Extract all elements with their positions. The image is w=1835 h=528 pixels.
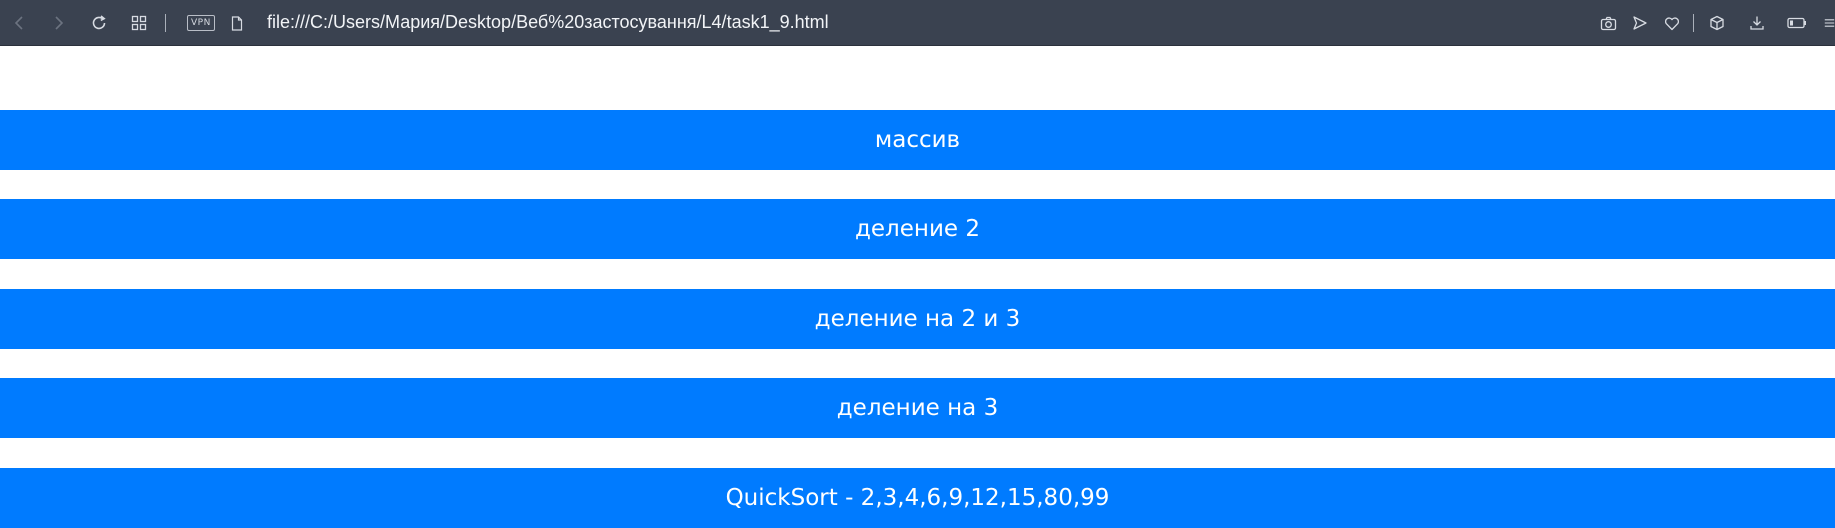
- chevron-right-icon[interactable]: [46, 0, 70, 46]
- file-icon: [228, 0, 246, 46]
- download-icon[interactable]: [1746, 0, 1768, 46]
- send-icon[interactable]: [1629, 0, 1651, 46]
- menu-icon[interactable]: [1824, 0, 1835, 46]
- address-bar[interactable]: file:///C:/Users/Мария/Desktop/Веб%20зас…: [267, 0, 829, 46]
- array-button[interactable]: массив: [0, 110, 1835, 170]
- divide-by-3-button[interactable]: деление на 3: [0, 378, 1835, 438]
- camera-icon[interactable]: [1597, 0, 1619, 46]
- browser-toolbar: VPN file:///C:/Users/Мария/Desktop/Веб%2…: [0, 0, 1835, 46]
- grid-icon[interactable]: [126, 0, 152, 46]
- heart-icon[interactable]: [1661, 0, 1683, 46]
- reload-icon[interactable]: [86, 0, 112, 46]
- divide-by-2-and-3-button[interactable]: деление на 2 и 3: [0, 289, 1835, 349]
- cube-icon[interactable]: [1706, 0, 1728, 46]
- quicksort-button[interactable]: QuickSort - 2,3,4,6,9,12,15,80,99: [0, 468, 1835, 528]
- page-content: массив деление 2 деление на 2 и 3 делени…: [0, 46, 1835, 528]
- toolbar-divider-right: [1693, 14, 1694, 32]
- chevron-left-icon[interactable]: [8, 0, 32, 46]
- divide-by-2-button[interactable]: деление 2: [0, 199, 1835, 259]
- toolbar-divider: [165, 14, 166, 32]
- vpn-badge[interactable]: VPN: [187, 15, 215, 31]
- battery-icon[interactable]: [1785, 0, 1809, 46]
